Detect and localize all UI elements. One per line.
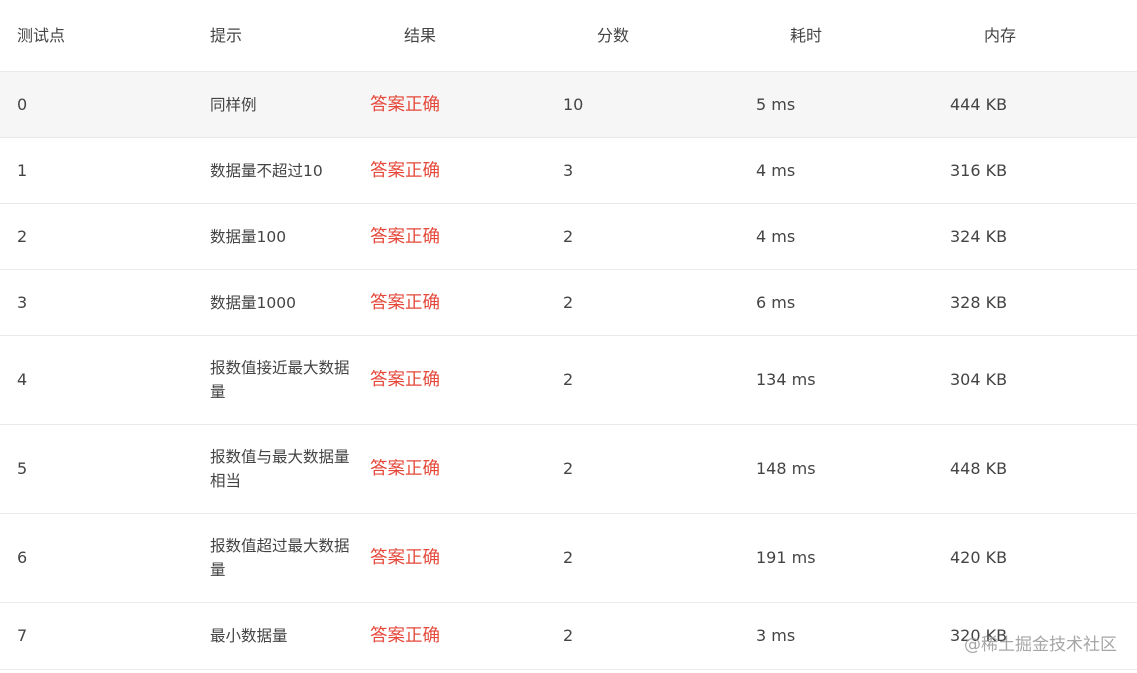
row-score: 2 [563,548,574,567]
row-score: 2 [563,292,574,312]
row-memory: 320 KB [950,626,1008,645]
row-result: 答案正确 [370,160,440,181]
row-time: 3 ms [756,626,796,645]
row-score: 3 [563,160,574,180]
row-result: 答案正确 [370,548,440,568]
row-memory: 328 KB [950,292,1008,312]
row-memory: 316 KB [950,160,1008,180]
row-score: 2 [563,626,574,645]
row-hint: 报数值超过最大数据量 [210,537,350,579]
row-time: 6 ms [756,292,796,312]
row-hint: 报数值与最大数据量相当 [210,448,350,490]
header-score: 分数 [597,25,630,45]
header-time: 耗时 [790,25,823,45]
row-memory: 420 KB [950,548,1008,567]
row-test-point: 1 [17,160,28,180]
row-score: 2 [563,370,574,389]
header-hint: 提示 [210,25,243,45]
row-time: 148 ms [756,459,816,478]
table-row: 6 报数值超过最大数据量 答案正确 2 191 ms 420 KB [0,514,1137,603]
row-result: 答案正确 [370,292,440,313]
row-result: 答案正确 [370,370,440,390]
row-time: 134 ms [756,370,816,389]
row-hint: 数据量1000 [210,293,296,312]
row-test-point: 2 [17,226,28,246]
row-memory: 448 KB [950,459,1008,478]
row-test-point: 6 [17,548,28,567]
row-test-point: 0 [17,94,28,114]
row-time: 4 ms [756,226,796,246]
row-time: 5 ms [756,94,796,114]
table-row: 0 同样例 答案正确 10 5 ms 444 KB [0,72,1137,138]
row-test-point: 3 [17,292,28,312]
table-row: 5 报数值与最大数据量相当 答案正确 2 148 ms 448 KB [0,425,1137,514]
row-score: 2 [563,459,574,478]
table-row: 4 报数值接近最大数据量 答案正确 2 134 ms 304 KB [0,336,1137,425]
row-hint: 报数值接近最大数据量 [210,359,350,401]
table-header-row: 测试点 提示 结果 分数 耗时 内存 [0,0,1137,72]
header-result: 结果 [404,25,437,45]
header-test-point: 测试点 [17,25,66,45]
row-score: 10 [563,94,584,114]
row-memory: 304 KB [950,370,1008,389]
table-row: 3 数据量1000 答案正确 2 6 ms 328 KB [0,270,1137,336]
table-row: 2 数据量100 答案正确 2 4 ms 324 KB [0,204,1137,270]
row-test-point: 7 [17,626,28,645]
row-result: 答案正确 [370,94,440,115]
row-hint: 数据量不超过10 [210,161,323,180]
row-hint: 数据量100 [210,227,287,246]
row-memory: 324 KB [950,226,1008,246]
row-hint: 最小数据量 [210,627,288,645]
header-memory: 内存 [984,25,1017,45]
row-test-point: 5 [17,459,28,478]
row-memory: 444 KB [950,94,1008,114]
table-row: 7 最小数据量 答案正确 2 3 ms 320 KB [0,603,1137,670]
row-result: 答案正确 [370,226,440,247]
row-time: 4 ms [756,160,796,180]
table-row: 1 数据量不超过10 答案正确 3 4 ms 316 KB [0,138,1137,204]
row-test-point: 4 [17,370,28,389]
row-result: 答案正确 [370,626,440,646]
row-time: 191 ms [756,548,816,567]
row-result: 答案正确 [370,459,440,479]
row-score: 2 [563,226,574,246]
judge-results-table: 测试点 提示 结果 分数 耗时 内存 0 同样例 答案正确 10 5 ms 44… [0,0,1137,673]
row-hint: 同样例 [210,95,257,114]
